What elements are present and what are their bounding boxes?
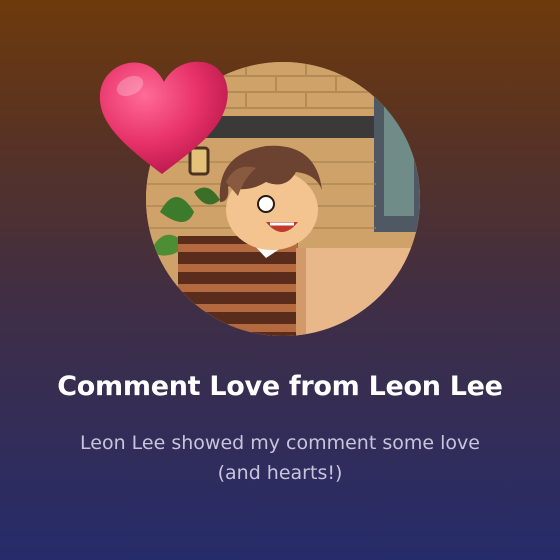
notification-card: Comment Love from Leon Lee Leon Lee show… bbox=[0, 0, 560, 560]
heart-icon bbox=[92, 52, 232, 182]
notification-title: Comment Love from Leon Lee bbox=[57, 371, 503, 402]
notification-message: Leon Lee showed my comment some love (an… bbox=[80, 432, 480, 484]
